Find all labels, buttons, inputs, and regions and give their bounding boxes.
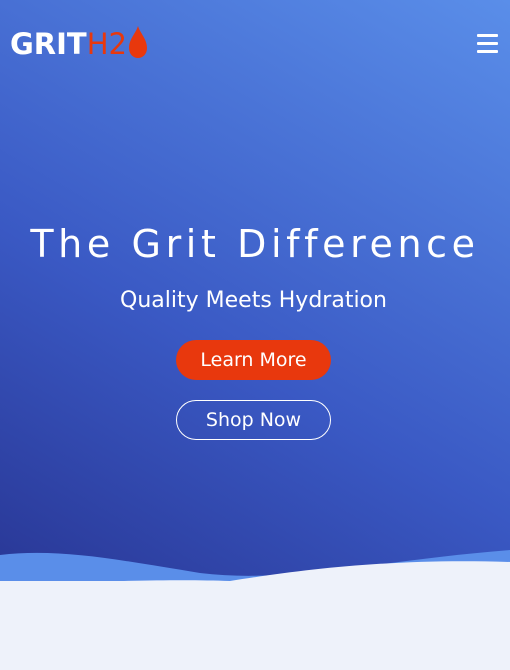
content-section (0, 581, 510, 670)
logo-h2-text: H2 (86, 26, 127, 61)
menu-line (477, 42, 498, 45)
menu-line (477, 34, 498, 37)
hamburger-menu-icon[interactable] (477, 34, 498, 54)
shop-now-button[interactable]: Shop Now (176, 400, 331, 440)
hero-title: The Grit Difference (30, 222, 480, 266)
water-drop-icon (128, 26, 147, 58)
site-header: GRIT H2 (0, 0, 510, 88)
logo-grit-text: GRIT (10, 26, 87, 61)
menu-line (477, 50, 498, 53)
hero-section: GRIT H2 The Grit Difference Quality Meet… (0, 0, 510, 600)
learn-more-button[interactable]: Learn More (176, 340, 331, 380)
hero-subtitle: Quality Meets Hydration (120, 288, 387, 313)
grith2o-logo[interactable]: GRIT H2 (10, 26, 148, 62)
